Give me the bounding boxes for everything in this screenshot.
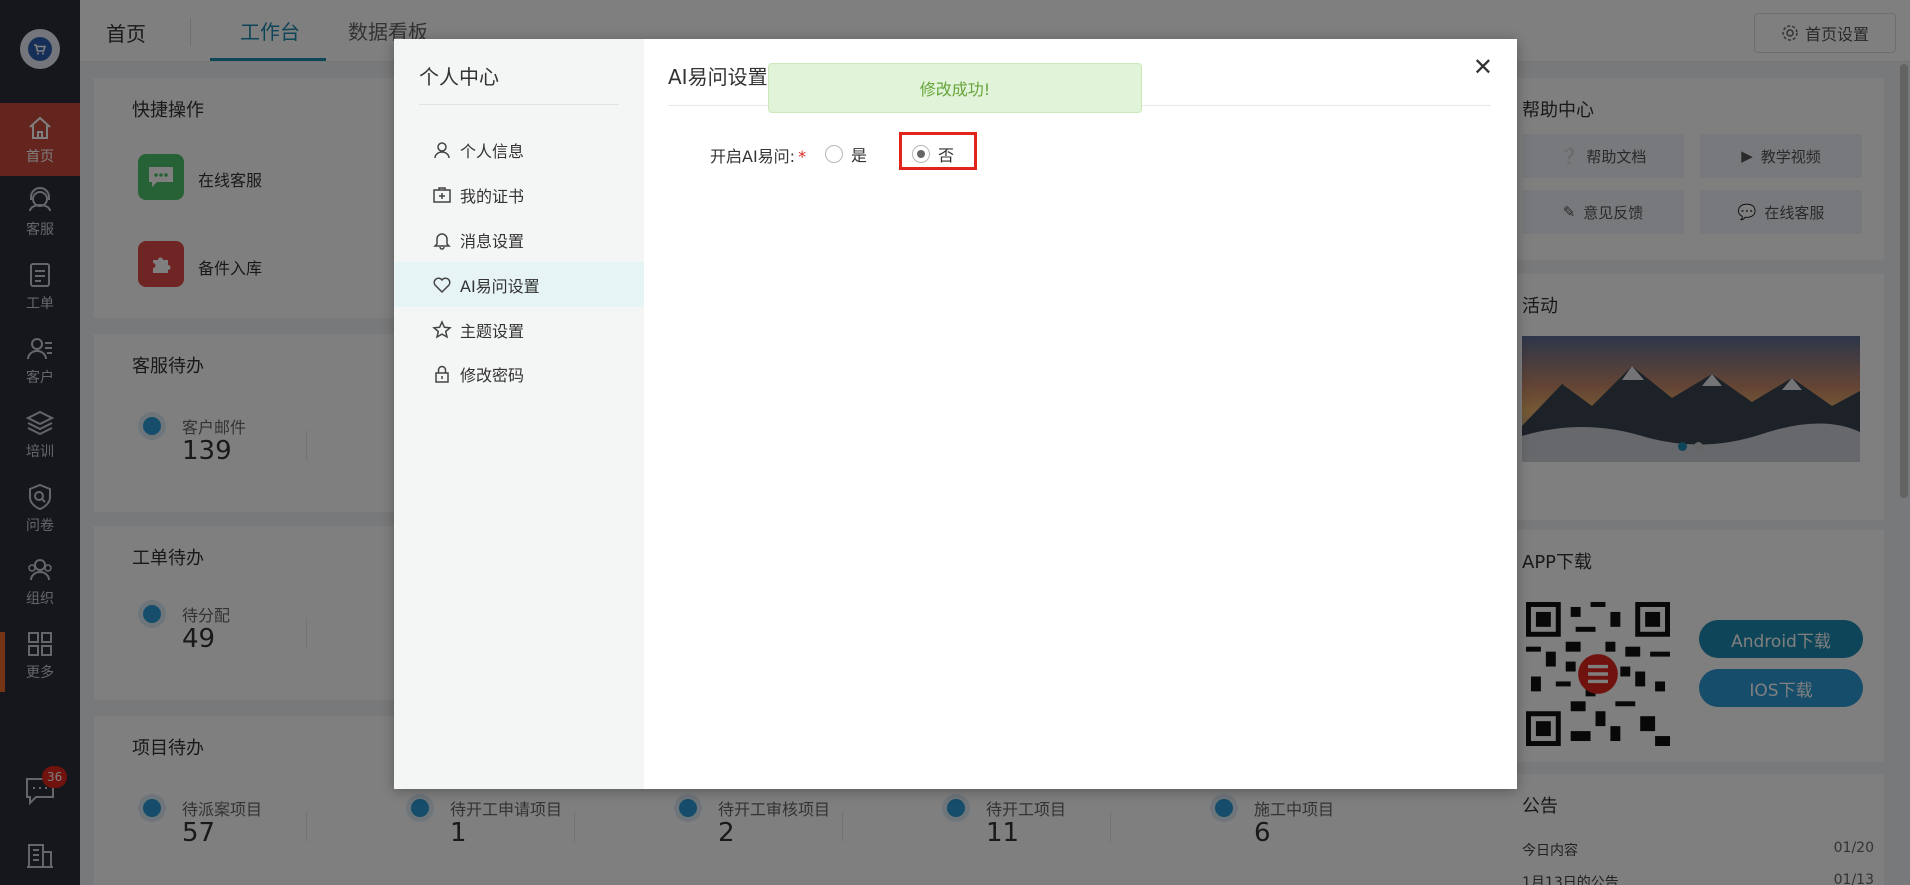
- lock-icon: [435, 365, 449, 383]
- selection-highlight-box: [899, 132, 977, 170]
- radio-yes[interactable]: 是: [825, 142, 867, 166]
- menu-change-password[interactable]: 修改密码: [394, 351, 644, 396]
- menu-label: 修改密码: [460, 365, 525, 385]
- modal-sidebar: 个人中心 个人信息 我的证书 消息设置 AI易问设置 主题设置 修改密码: [394, 39, 644, 789]
- menu-ai-settings[interactable]: AI易问设置: [394, 262, 644, 307]
- menu-label: 个人信息: [460, 141, 525, 161]
- menu-label: 主题设置: [460, 321, 525, 341]
- certificate-icon: [433, 186, 451, 203]
- modal-title: AI易问设置: [668, 65, 768, 89]
- menu-theme-settings[interactable]: 主题设置: [394, 307, 644, 352]
- modal-sidebar-title: 个人中心: [419, 65, 499, 89]
- menu-message-settings[interactable]: 消息设置: [394, 217, 644, 262]
- menu-personal-info[interactable]: 个人信息: [394, 127, 644, 172]
- menu-label: AI易问设置: [460, 276, 540, 296]
- required-marker: *: [798, 147, 807, 166]
- radio-label: 是: [851, 146, 868, 165]
- menu-certificate[interactable]: 我的证书: [394, 172, 644, 217]
- heart-icon: [433, 277, 451, 293]
- field-label-text: 开启AI易问:: [710, 147, 796, 166]
- close-icon[interactable]: ✕: [1473, 53, 1493, 81]
- personal-center-modal: 个人中心 个人信息 我的证书 消息设置 AI易问设置 主题设置 修改密码 AI易…: [394, 39, 1517, 789]
- bell-icon: [433, 232, 451, 250]
- menu-label: 消息设置: [460, 231, 525, 251]
- divider: [419, 104, 619, 105]
- success-toast: 修改成功!: [768, 63, 1142, 113]
- menu-label: 我的证书: [460, 186, 525, 206]
- ai-enable-label: 开启AI易问: *: [710, 143, 806, 167]
- radio-circle: [825, 145, 843, 163]
- star-icon: [432, 319, 452, 339]
- user-icon: [434, 141, 450, 158]
